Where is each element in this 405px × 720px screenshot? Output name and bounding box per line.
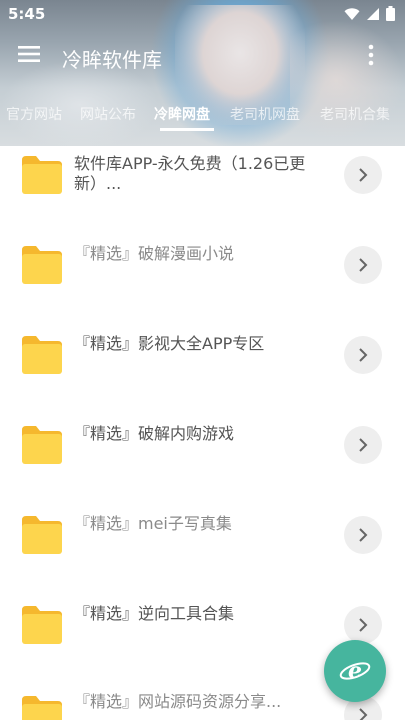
list-item[interactable]: 『精选』破解内购游戏: [0, 416, 405, 506]
folder-icon: [22, 426, 62, 464]
folder-icon: [22, 246, 62, 284]
tab-indicator: [160, 128, 214, 131]
status-icons: [344, 6, 395, 21]
list-item-title: 『精选』mei子写真集: [74, 514, 232, 533]
toolbar: 冷眸软件库: [0, 30, 405, 86]
browser-fab-button[interactable]: e: [324, 640, 386, 702]
more-options-button[interactable]: [367, 44, 387, 72]
svg-text:e: e: [348, 658, 362, 684]
list-item-title: 『精选』影视大全APP专区: [74, 334, 265, 353]
list-item-title: 『精选』逆向工具合集: [74, 604, 235, 623]
chevron-right-icon: [359, 438, 368, 452]
chevron-right-icon: [359, 168, 368, 182]
folder-icon: [22, 696, 62, 720]
more-vert-icon: [368, 44, 374, 66]
list-item[interactable]: 软件库APP-永久免费（1.26已更新）...: [0, 146, 405, 236]
tab-site-announcement[interactable]: 网站公布: [80, 104, 136, 124]
folder-icon: [22, 156, 62, 194]
chevron-right-icon: [359, 258, 368, 272]
status-time: 5:45: [8, 5, 46, 23]
wifi-icon: [344, 7, 360, 20]
open-folder-button[interactable]: [344, 156, 382, 194]
list-item[interactable]: 『精选』影视大全APP专区: [0, 326, 405, 416]
list-item-title: 『精选』网站源码资源分享...: [74, 692, 282, 711]
open-folder-button[interactable]: [344, 606, 382, 644]
list-item[interactable]: 『精选』破解漫画小说: [0, 236, 405, 326]
open-folder-button[interactable]: [344, 426, 382, 464]
battery-icon: [386, 6, 395, 21]
hamburger-menu-icon: [18, 46, 40, 62]
chevron-right-icon: [359, 618, 368, 632]
chevron-right-icon: [359, 528, 368, 542]
browser-e-icon: e: [339, 658, 371, 684]
open-folder-button[interactable]: [344, 246, 382, 284]
app-title: 冷眸软件库: [62, 48, 162, 72]
status-bar: 5:45: [0, 0, 405, 30]
folder-icon: [22, 606, 62, 644]
chevron-right-icon: [359, 708, 368, 720]
folder-icon: [22, 336, 62, 374]
open-folder-button[interactable]: [344, 336, 382, 374]
list-item[interactable]: 『精选』mei子写真集: [0, 506, 405, 596]
open-folder-button[interactable]: [344, 516, 382, 554]
tab-driver-collection[interactable]: 老司机合集: [320, 104, 390, 124]
app-header: 5:45 冷眸软件库 官方网站 网站公布 冷眸网盘 老司机网盘 老司机合集: [0, 0, 405, 146]
list-item-title: 『精选』破解内购游戏: [74, 424, 235, 443]
tab-lengmou-drive[interactable]: 冷眸网盘: [154, 104, 210, 124]
list-item-title: 『精选』破解漫画小说: [74, 244, 235, 263]
tab-official-site[interactable]: 官方网站: [6, 104, 62, 124]
list-item-title: 软件库APP-永久免费（1.26已更新）...: [74, 154, 306, 193]
chevron-right-icon: [359, 348, 368, 362]
signal-icon: [367, 7, 379, 20]
menu-button[interactable]: [18, 44, 46, 72]
tab-driver-drive[interactable]: 老司机网盘: [230, 104, 300, 124]
folder-icon: [22, 516, 62, 554]
